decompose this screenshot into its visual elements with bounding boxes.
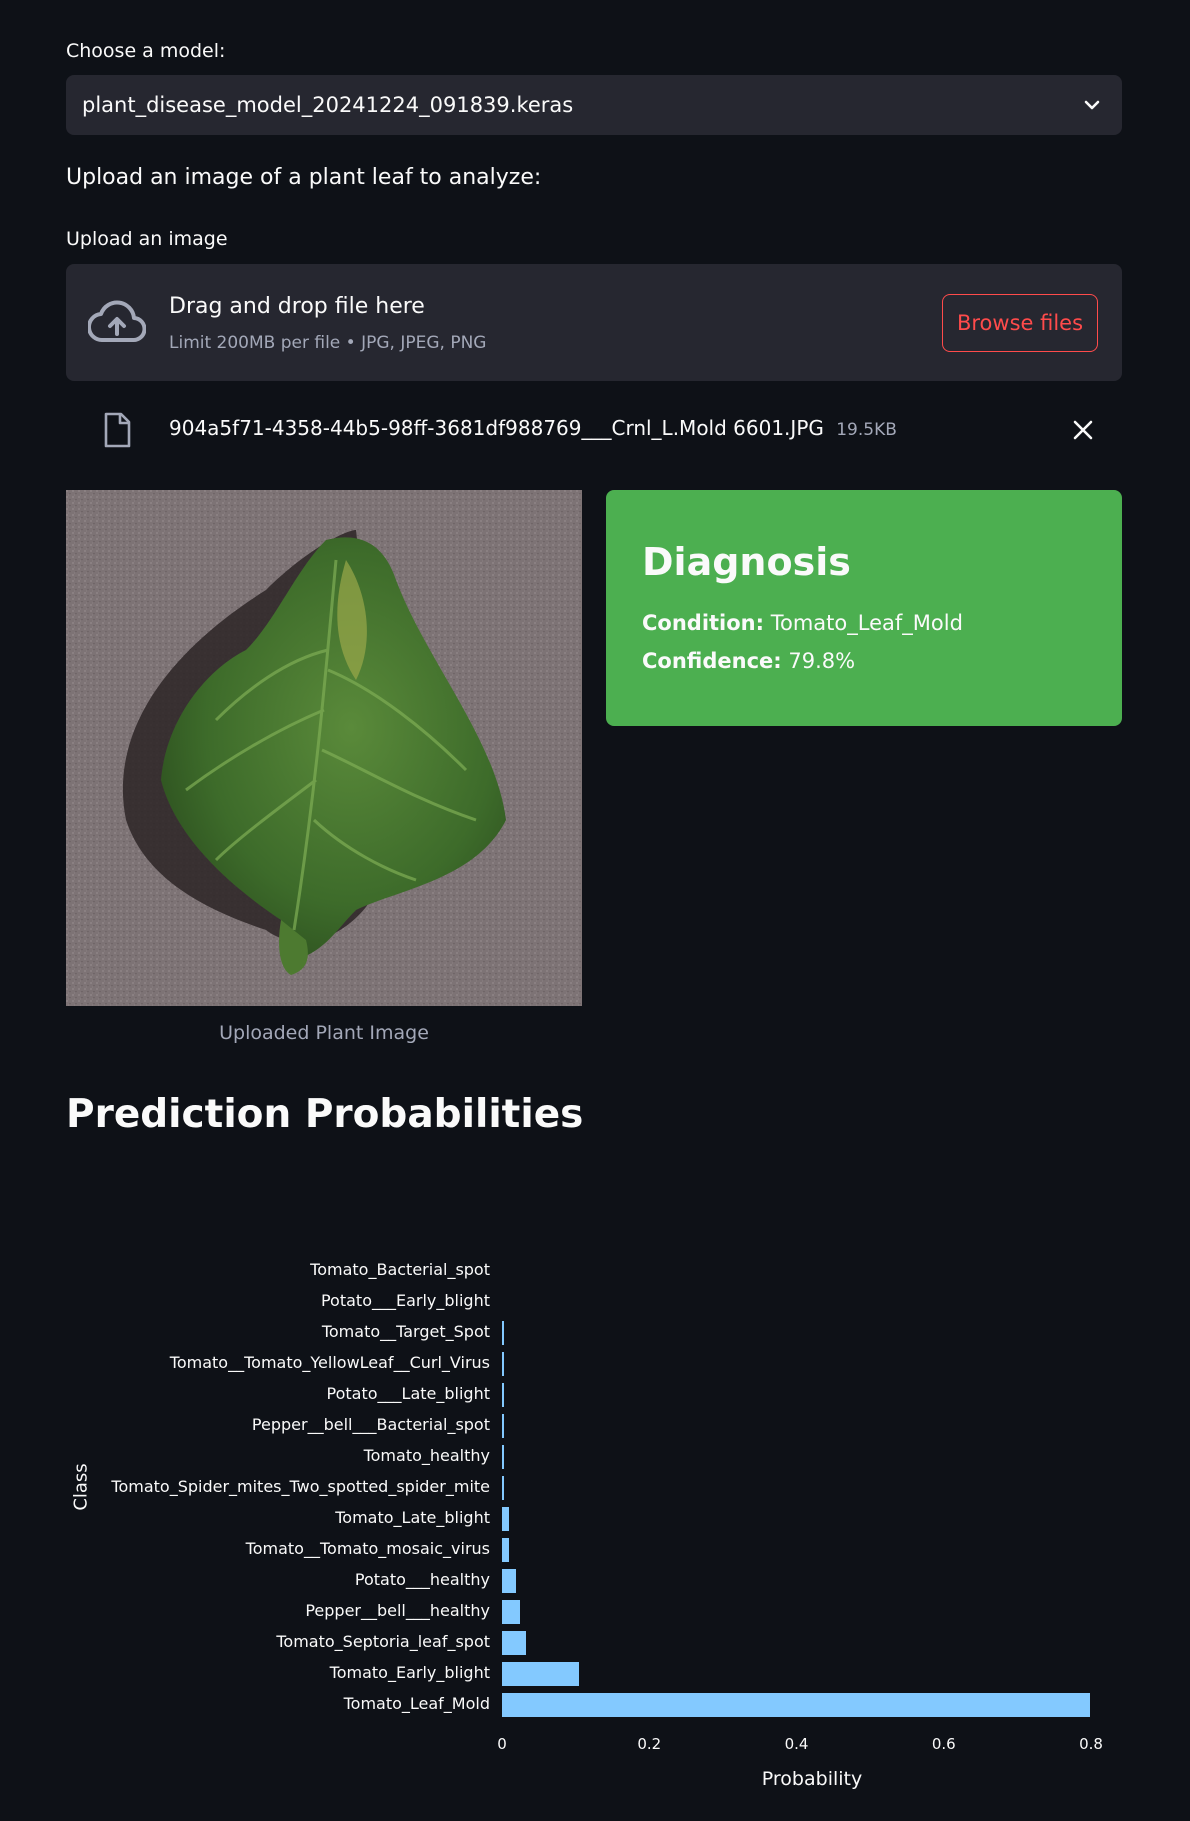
x-tick-label: 0.8	[1079, 1735, 1103, 1753]
y-tick-label: Pepper__bell___Bacterial_spot	[251, 1415, 490, 1434]
condition-row: Condition: Tomato_Leaf_Mold	[642, 604, 1086, 642]
file-name: 904a5f71-4358-44b5-98ff-3681df988769___C…	[169, 416, 824, 440]
x-tick-label: 0	[497, 1735, 507, 1753]
probability-bar	[502, 1445, 504, 1469]
condition-label: Condition:	[642, 611, 765, 635]
x-tick-label: 0.4	[784, 1735, 809, 1753]
section-title: Prediction Probabilities	[66, 1092, 584, 1137]
y-tick-label: Tomato_Late_blight	[335, 1508, 490, 1527]
dropzone-limit: Limit 200MB per file • JPG, JPEG, PNG	[169, 333, 487, 353]
probability-bar	[502, 1507, 509, 1531]
image-caption: Uploaded Plant Image	[219, 1022, 429, 1044]
probability-bar	[502, 1414, 504, 1438]
probability-bar	[502, 1631, 527, 1655]
confidence-value: 79.8%	[788, 649, 856, 673]
diagnosis-title: Diagnosis	[642, 540, 851, 584]
file-size: 19.5KB	[836, 420, 897, 440]
model-select-label: Choose a model:	[66, 40, 226, 62]
x-axis-label: Probability	[761, 1768, 863, 1790]
uploader-label: Upload an image	[66, 228, 228, 250]
uploaded-leaf-image	[66, 490, 582, 1006]
file-icon	[104, 412, 131, 448]
x-tick-label: 0.2	[637, 1735, 662, 1753]
close-icon[interactable]	[1072, 419, 1094, 441]
y-tick-label: Tomato_Leaf_Mold	[343, 1694, 490, 1713]
file-dropzone[interactable]: Drag and drop file here Limit 200MB per …	[66, 264, 1122, 381]
y-tick-label: Tomato__Target_Spot	[321, 1322, 490, 1341]
y-tick-label: Potato___Late_blight	[326, 1384, 490, 1403]
probability-bar	[502, 1321, 504, 1345]
confidence-row: Confidence: 79.8%	[642, 642, 1086, 680]
probability-bar	[502, 1476, 504, 1500]
y-tick-label: Tomato__Tomato_mosaic_virus	[245, 1539, 490, 1558]
y-tick-label: Tomato__Tomato_YellowLeaf__Curl_Virus	[169, 1353, 490, 1372]
y-axis-label: Class	[70, 1463, 92, 1511]
probability-bar	[502, 1569, 516, 1593]
y-tick-label: Tomato_Early_blight	[329, 1663, 490, 1682]
probability-bar	[502, 1693, 1090, 1717]
x-tick-label: 0.6	[931, 1735, 956, 1753]
model-select[interactable]: plant_disease_model_20241224_091839.kera…	[66, 75, 1122, 135]
y-tick-label: Tomato_Bacterial_spot	[310, 1260, 490, 1279]
probability-bar	[502, 1352, 504, 1376]
condition-value: Tomato_Leaf_Mold	[770, 611, 963, 635]
browse-files-button[interactable]: Browse files	[942, 294, 1098, 352]
model-select-value: plant_disease_model_20241224_091839.kera…	[82, 93, 574, 117]
cloud-upload-icon	[88, 300, 146, 343]
upload-prompt: Upload an image of a plant leaf to analy…	[66, 165, 542, 190]
y-tick-label: Tomato_Spider_mites_Two_spotted_spider_m…	[111, 1477, 490, 1496]
probability-bar	[502, 1662, 580, 1686]
probability-bar	[502, 1538, 510, 1562]
chevron-down-icon	[1084, 100, 1100, 110]
y-tick-label: Potato___Early_blight	[320, 1291, 490, 1310]
uploaded-file-item: 904a5f71-4358-44b5-98ff-3681df988769___C…	[169, 416, 897, 440]
dropzone-title: Drag and drop file here	[169, 294, 425, 319]
y-tick-label: Tomato_Septoria_leaf_spot	[276, 1632, 490, 1651]
confidence-label: Confidence:	[642, 649, 782, 673]
probability-bar	[502, 1600, 520, 1624]
y-tick-label: Potato___healthy	[354, 1570, 490, 1589]
probability-bar	[502, 1383, 504, 1407]
diagnosis-card: Diagnosis Condition: Tomato_Leaf_Mold Co…	[606, 490, 1122, 726]
y-tick-label: Tomato_healthy	[363, 1446, 490, 1465]
y-tick-label: Pepper__bell___healthy	[305, 1601, 490, 1620]
